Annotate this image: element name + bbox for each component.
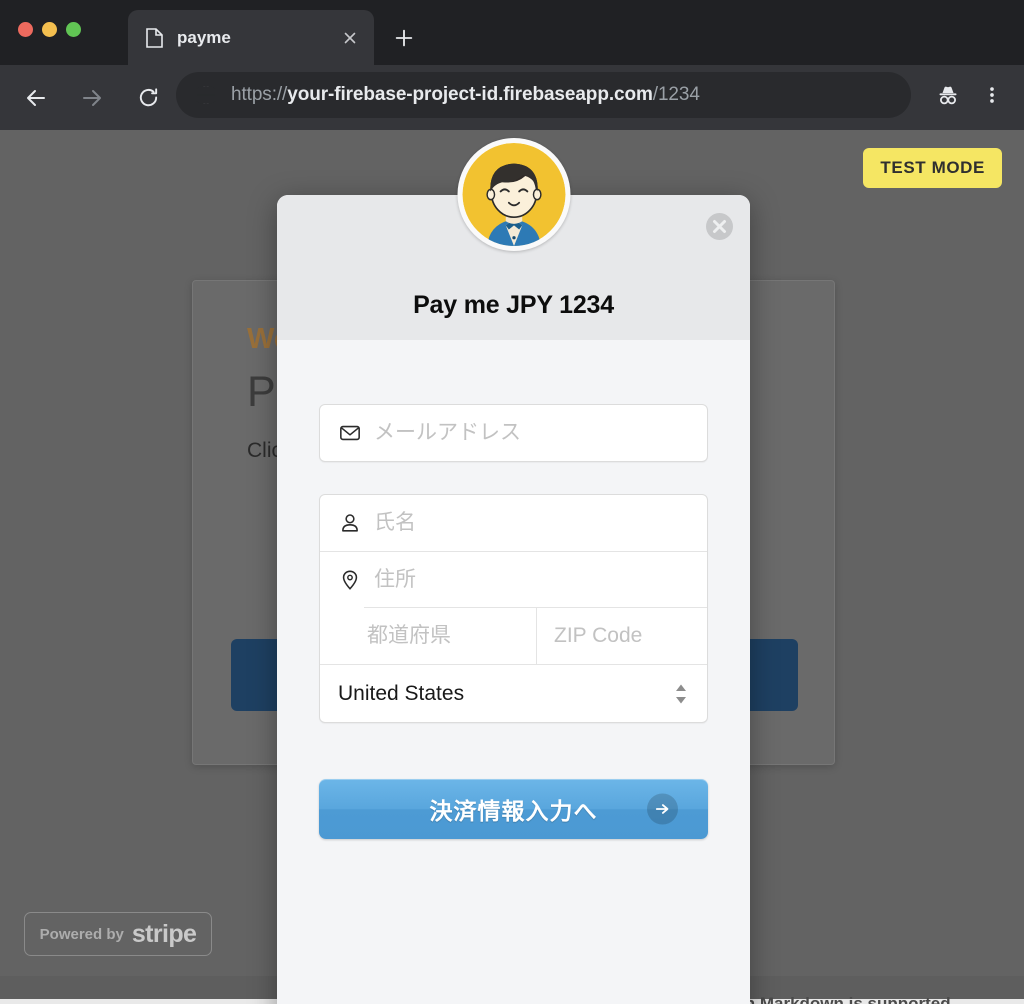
submit-payment-button[interactable]: 決済情報入力へ	[319, 779, 708, 839]
modal-title: Pay me JPY 1234	[413, 291, 614, 319]
name-input[interactable]	[374, 495, 707, 551]
url-path: /1234	[652, 84, 700, 105]
boy-avatar-icon	[457, 138, 570, 251]
back-button[interactable]	[14, 76, 58, 120]
arrow-right-circle-icon	[647, 793, 678, 825]
window-maximize-button[interactable]	[66, 22, 81, 37]
forward-button[interactable]	[70, 76, 114, 120]
stripe-checkout-modal: Pay me JPY 1234 メールアドレス 氏名 住所 都道府県 ZIP C…	[277, 138, 825, 1004]
incognito-icon[interactable]	[926, 73, 970, 117]
new-tab-button[interactable]	[390, 24, 418, 52]
modal-body: United States	[277, 340, 825, 723]
window-traffic-lights	[18, 22, 81, 37]
document-icon	[146, 27, 163, 48]
tab-strip: payme	[0, 0, 1024, 65]
reload-button[interactable]	[126, 76, 170, 120]
modal-submit-area: 決済情報入力へ	[277, 723, 750, 839]
prefecture-zip-row	[364, 607, 825, 664]
address-bar[interactable]: https://your-firebase-project-id.firebas…	[176, 72, 911, 118]
three-dot-menu-icon[interactable]	[970, 73, 1014, 117]
map-pin-icon	[338, 568, 361, 591]
globe-icon	[193, 85, 219, 105]
browser-window: payme https://your-firebase-project-id.f…	[0, 0, 1024, 1004]
test-mode-badge: TEST MODE	[863, 148, 1002, 188]
tab-title: payme	[177, 27, 231, 47]
envelope-icon	[338, 422, 361, 445]
tab-close-icon[interactable]	[338, 26, 362, 50]
submit-button-label: 決済情報入力へ	[429, 798, 598, 824]
page-viewport: TEST MODE Welcome Pay me Click here to p…	[0, 130, 1024, 1004]
zip-cell[interactable]	[536, 608, 825, 664]
email-input[interactable]	[374, 405, 707, 461]
name-field-row[interactable]	[320, 495, 707, 551]
country-select[interactable]: United States	[320, 664, 707, 722]
address-input[interactable]	[374, 552, 707, 607]
browser-tab-payme[interactable]: payme	[128, 10, 374, 65]
country-selected-value: United States	[338, 681, 465, 705]
email-field-row[interactable]	[320, 405, 707, 461]
updown-arrows-icon	[673, 681, 689, 707]
prefecture-cell[interactable]	[364, 608, 638, 664]
email-field-box	[319, 404, 708, 462]
zip-input[interactable]	[554, 608, 825, 664]
person-icon	[338, 512, 361, 535]
address-field-row[interactable]	[320, 551, 707, 607]
window-close-button[interactable]	[18, 22, 33, 37]
toolbar-right-icons	[926, 72, 1024, 118]
window-minimize-button[interactable]	[42, 22, 57, 37]
url-host: your-firebase-project-id.firebaseapp.com	[287, 84, 653, 105]
url-text: https://your-firebase-project-id.firebas…	[231, 84, 700, 106]
address-field-group: United States	[319, 494, 825, 723]
url-scheme: https://	[231, 84, 288, 105]
close-circle-icon[interactable]	[706, 213, 733, 240]
